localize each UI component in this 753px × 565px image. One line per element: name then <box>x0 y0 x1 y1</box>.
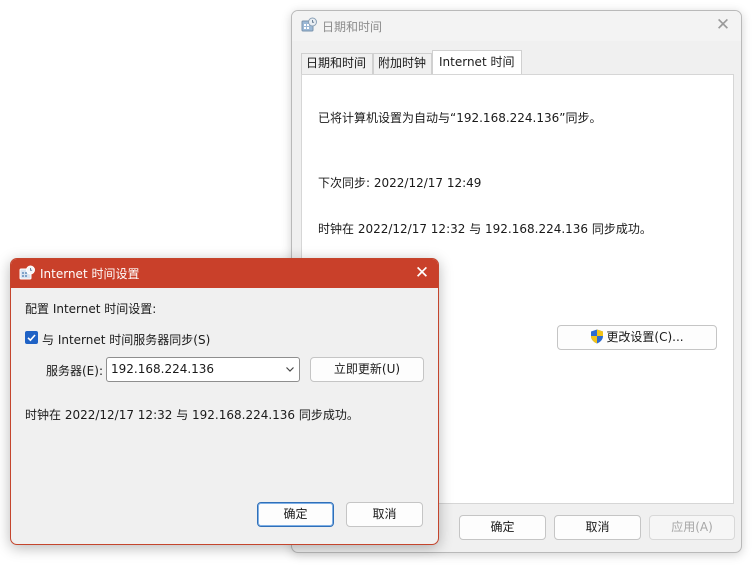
checkmark-icon <box>27 334 36 342</box>
datetime-control-panel-icon <box>19 265 35 280</box>
sync-checkbox-label[interactable]: 与 Internet 时间服务器同步(S) <box>42 331 210 348</box>
apply-button[interactable]: 应用(A) <box>649 515 735 540</box>
internet-time-settings-dialog: Internet 时间设置 ✕ 配置 Internet 时间设置: 与 Inte… <box>10 258 439 545</box>
title-bar: 日期和时间 ✕ <box>292 11 741 41</box>
tab-additional-clocks[interactable]: 附加时钟 <box>373 53 432 74</box>
server-combobox[interactable]: 192.168.224.136 <box>106 357 300 382</box>
settings-heading: 配置 Internet 时间设置: <box>25 302 157 316</box>
close-icon[interactable]: ✕ <box>715 17 731 34</box>
window-title: 日期和时间 <box>322 20 383 34</box>
close-icon[interactable]: ✕ <box>414 265 430 282</box>
update-now-button[interactable]: 立即更新(U) <box>310 357 424 382</box>
server-value: 192.168.224.136 <box>111 362 215 376</box>
tab-date-time[interactable]: 日期和时间 <box>301 53 373 74</box>
chevron-down-icon[interactable] <box>285 364 295 374</box>
window-title: Internet 时间设置 <box>40 267 140 281</box>
sync-checkbox[interactable] <box>25 331 38 344</box>
cancel-button[interactable]: 取消 <box>554 515 641 540</box>
ok-button[interactable]: 确定 <box>459 515 546 540</box>
server-label: 服务器(E): <box>46 364 103 378</box>
ok-button[interactable]: 确定 <box>257 502 334 527</box>
sync-status-text: 时钟在 2022/12/17 12:32 与 192.168.224.136 同… <box>25 408 359 422</box>
last-sync-text: 时钟在 2022/12/17 12:32 与 192.168.224.136 同… <box>318 222 652 236</box>
datetime-control-panel-icon <box>301 17 317 32</box>
change-settings-button[interactable]: 更改设置(C)... <box>557 325 717 350</box>
change-settings-label: 更改设置(C)... <box>606 330 684 344</box>
cancel-button[interactable]: 取消 <box>346 502 423 527</box>
title-bar: Internet 时间设置 ✕ <box>11 259 438 288</box>
uac-shield-icon <box>591 329 604 344</box>
next-sync-text: 下次同步: 2022/12/17 12:49 <box>318 176 482 190</box>
tab-internet-time[interactable]: Internet 时间 <box>432 50 522 75</box>
sync-config-text: 已将计算机设置为自动与“192.168.224.136”同步。 <box>318 111 602 125</box>
